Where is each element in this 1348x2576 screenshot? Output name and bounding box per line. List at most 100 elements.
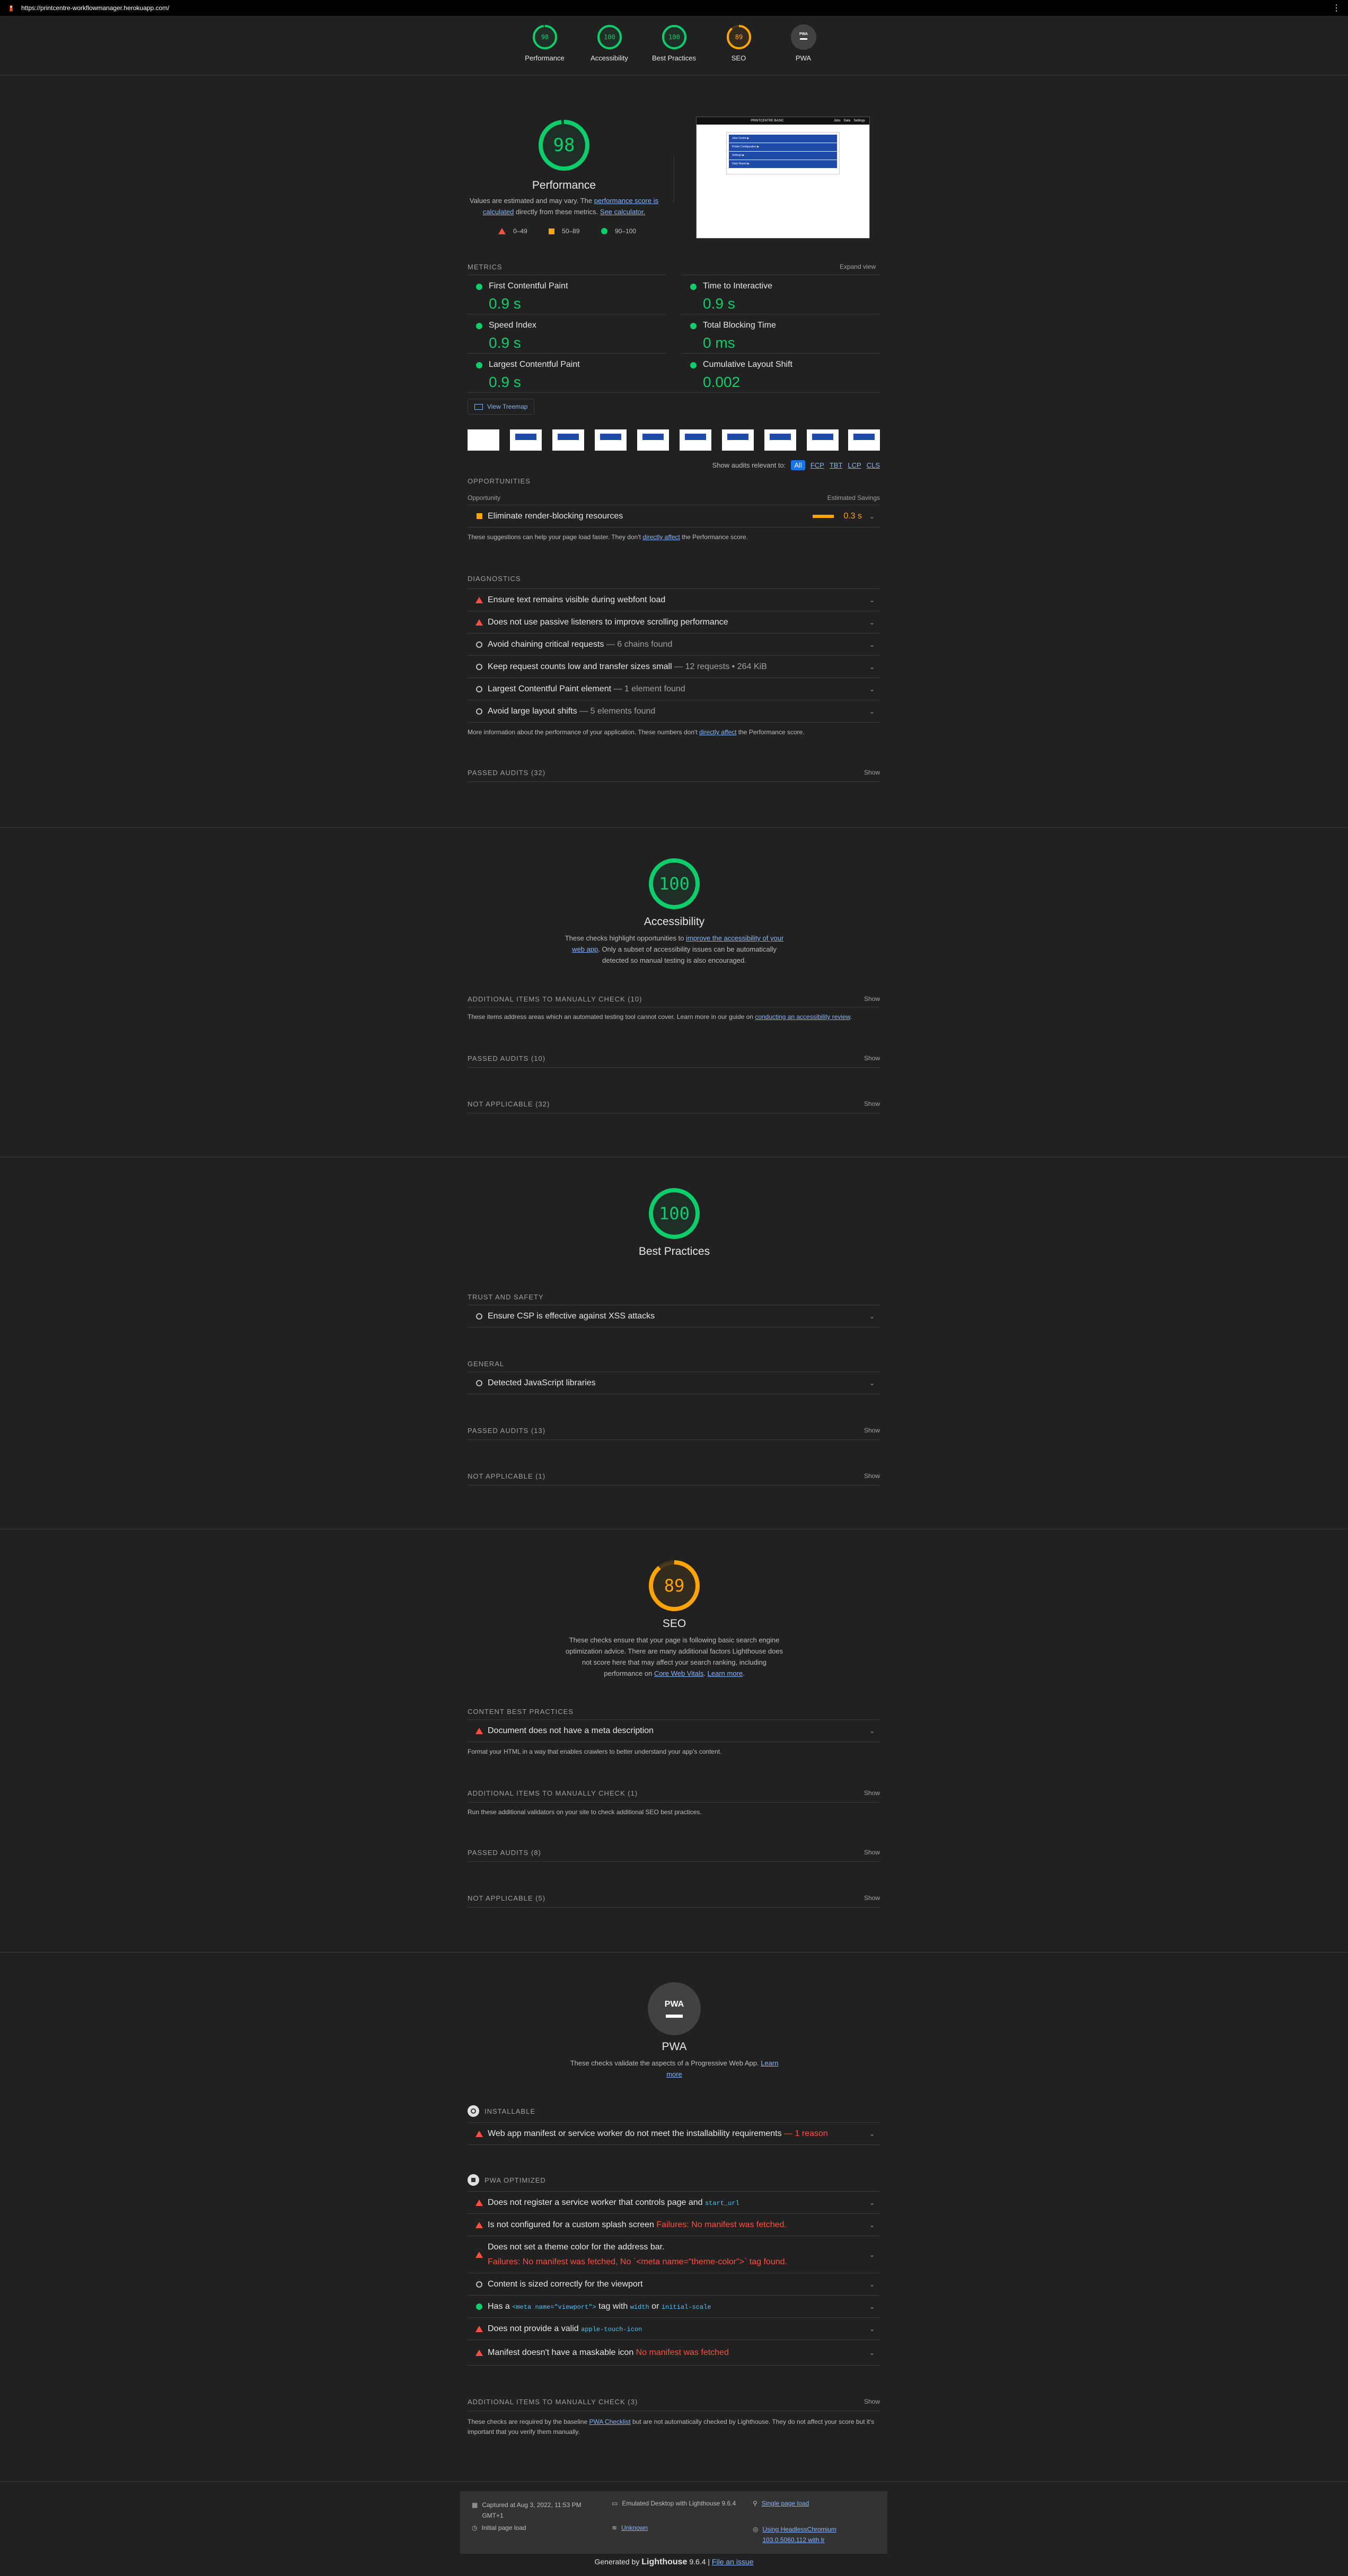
diagnostic-audit[interactable]: Keep request counts low and transfer siz…	[468, 655, 880, 678]
single-load[interactable]: ⚲ Single page load	[753, 2500, 809, 2507]
diagnostic-audit[interactable]: Largest Contentful Paint element — 1 ele…	[468, 678, 880, 700]
report-url[interactable]: https://printcentre-workflowmanager.hero…	[21, 4, 1332, 12]
audit-csp[interactable]: Ensure CSP is effective against XSS atta…	[468, 1305, 880, 1327]
manual-checks-toggle[interactable]: Additional items to manually check (1)	[468, 1789, 638, 1797]
browser-info[interactable]: ◎ Using HeadlessChromium 103.0.5060.112 w…	[753, 2524, 859, 2545]
show-button[interactable]: Show	[864, 769, 880, 776]
show-button[interactable]: Show	[864, 1789, 880, 1797]
accessibility-score: 100	[659, 874, 690, 894]
screenshot-nav-item: Jobs	[833, 119, 841, 122]
nav-gauge-seo[interactable]: 89 SEO	[723, 24, 755, 75]
show-button[interactable]: Show	[864, 1849, 880, 1856]
diagnostic-audit[interactable]: Avoid large layout shifts — 5 elements f…	[468, 700, 880, 722]
learn-more-link[interactable]: Learn more	[708, 1669, 743, 1677]
audit-splash-screen[interactable]: Is not configured for a custom splash sc…	[468, 2213, 880, 2236]
screenshot-row: Printer Configuration ▶	[729, 143, 837, 151]
diagnostic-audit[interactable]: Does not use passive listeners to improv…	[468, 611, 880, 633]
not-applicable-toggle[interactable]: Not applicable (32)	[468, 1100, 550, 1108]
show-button[interactable]: Show	[864, 1894, 880, 1902]
show-button[interactable]: Show	[864, 1472, 880, 1480]
audit-content-width[interactable]: Content is sized correctly for the viewp…	[468, 2273, 880, 2295]
filmstrip	[468, 429, 880, 451]
directly-affect-link[interactable]: directly affect	[699, 728, 736, 736]
chevron-down-icon[interactable]: ⌄	[869, 2303, 880, 2310]
accessibility-review-link[interactable]: conducting an accessibility review	[755, 1013, 850, 1021]
chevron-down-icon[interactable]: ⌄	[869, 513, 880, 520]
lighthouse-logo-icon	[10, 5, 13, 11]
filter-lcp[interactable]: LCP	[848, 461, 861, 469]
directly-affect-link[interactable]: directly affect	[642, 533, 680, 541]
show-button[interactable]: Show	[864, 2398, 880, 2405]
metric-lcp: Largest Contentful Paint 0.9 s	[468, 353, 666, 392]
filter-tbt[interactable]: TBT	[830, 461, 843, 469]
chevron-down-icon[interactable]: ⌄	[869, 1727, 880, 1735]
pwa-description: These checks validate the aspects of a P…	[568, 2058, 780, 2080]
chevron-down-icon[interactable]: ⌄	[869, 641, 880, 648]
passed-audits-toggle[interactable]: Passed audits (8)	[468, 1849, 541, 1857]
filter-cls[interactable]: CLS	[867, 461, 880, 469]
desc-text: .	[743, 1669, 745, 1677]
chevron-down-icon[interactable]: ⌄	[869, 708, 880, 715]
chevron-down-icon[interactable]: ⌄	[869, 2281, 880, 2288]
pwa-optimized-icon	[468, 2174, 479, 2186]
diagnostic-audit[interactable]: Ensure text remains visible during webfo…	[468, 588, 880, 611]
chevron-down-icon[interactable]: ⌄	[869, 663, 880, 671]
throttling[interactable]: ≋ Unknown	[612, 2524, 648, 2531]
chevron-down-icon[interactable]: ⌄	[869, 1313, 880, 1320]
chevron-down-icon[interactable]: ⌄	[869, 619, 880, 626]
filter-all[interactable]: All	[791, 460, 805, 470]
pwa-checklist-link[interactable]: PWA Checklist	[589, 2418, 630, 2425]
performance-category: 98 Performance Values are estimated and …	[0, 75, 1348, 827]
metric-value: 0.9 s	[489, 295, 521, 312]
chevron-down-icon[interactable]: ⌄	[869, 2221, 880, 2229]
manual-checks-toggle[interactable]: Additional items to manually check (3)	[468, 2398, 638, 2406]
passed-audits-toggle[interactable]: Passed audits (13)	[468, 1427, 545, 1435]
audit-maskable-icon[interactable]: Manifest doesn't have a maskable icon No…	[468, 2340, 880, 2365]
show-button[interactable]: Show	[864, 995, 880, 1003]
chevron-down-icon[interactable]: ⌄	[869, 1379, 880, 1387]
core-web-vitals-link[interactable]: Core Web Vitals	[654, 1669, 703, 1677]
chevron-down-icon[interactable]: ⌄	[869, 2199, 880, 2206]
chevron-down-icon[interactable]: ⌄	[869, 685, 880, 693]
audit-meta-description[interactable]: Document does not have a meta descriptio…	[468, 1719, 880, 1742]
expand-view-toggle[interactable]: Expand view	[840, 263, 876, 270]
generated-version: 9.6.4 |	[687, 2557, 712, 2566]
audit-apple-touch-icon[interactable]: Does not provide a valid apple-touch-ico…	[468, 2317, 880, 2340]
audit-theme-color[interactable]: Does not set a theme color for the addre…	[468, 2236, 880, 2273]
show-button[interactable]: Show	[864, 1054, 880, 1062]
score-legend: 0–49 50–89 90–100	[498, 227, 636, 235]
chevron-down-icon[interactable]: ⌄	[869, 2251, 880, 2258]
show-button[interactable]: Show	[864, 1427, 880, 1434]
see-calculator-link[interactable]: See calculator.	[600, 208, 645, 216]
not-applicable-toggle[interactable]: Not applicable (5)	[468, 1894, 545, 1902]
diagnostic-audit[interactable]: Avoid chaining critical requests — 6 cha…	[468, 633, 880, 655]
final-screenshot[interactable]: PRINTCENTRE BASIC Jobs Data Settings Jobs C…	[696, 117, 870, 239]
passed-audits-toggle[interactable]: Passed audits (10)	[468, 1054, 545, 1062]
runtime-settings: ▦ Captured at Aug 3, 2022, 11:53 PM GMT+1…	[460, 2491, 887, 2554]
pass-circle-icon	[476, 2303, 482, 2310]
view-treemap-button[interactable]: View Treemap	[468, 399, 535, 415]
divider	[468, 1802, 880, 1803]
show-button[interactable]: Show	[864, 1100, 880, 1107]
manual-checks-toggle[interactable]: Additional items to manually check (10)	[468, 995, 642, 1003]
tools-menu-icon[interactable]: ⋮	[1332, 3, 1341, 13]
chevron-down-icon[interactable]: ⌄	[869, 2325, 880, 2333]
audit-viewport[interactable]: Has a <meta name="viewport"> tag with wi…	[468, 2295, 880, 2317]
audit-js-libraries[interactable]: Detected JavaScript libraries ⌄	[468, 1371, 880, 1394]
audit-installability[interactable]: Web app manifest or service worker do no…	[468, 2122, 880, 2144]
nav-gauge-performance[interactable]: 98 Performance	[525, 24, 565, 75]
performance-title: Performance	[532, 179, 596, 191]
file-issue-link[interactable]: File an issue	[712, 2557, 754, 2566]
chevron-down-icon[interactable]: ⌄	[869, 596, 880, 604]
nav-gauge-pwa[interactable]: PWA PWA	[787, 24, 820, 75]
opportunity-render-blocking[interactable]: Eliminate render-blocking resources 0.3 …	[468, 505, 880, 527]
nav-gauge-accessibility[interactable]: 100 Accessibility	[591, 24, 628, 75]
not-applicable-toggle[interactable]: Not applicable (1)	[468, 1472, 545, 1480]
chevron-down-icon[interactable]: ⌄	[869, 2349, 880, 2357]
nav-gauge-best-practices[interactable]: 100 Best Practices	[652, 24, 696, 75]
passed-audits-toggle[interactable]: Passed audits (32)	[468, 769, 545, 777]
filter-fcp[interactable]: FCP	[810, 461, 824, 469]
chevron-down-icon[interactable]: ⌄	[869, 2130, 880, 2138]
audit-service-worker[interactable]: Does not register a service worker that …	[468, 2191, 880, 2213]
audit-display-value: — 5 elements found	[577, 706, 656, 716]
